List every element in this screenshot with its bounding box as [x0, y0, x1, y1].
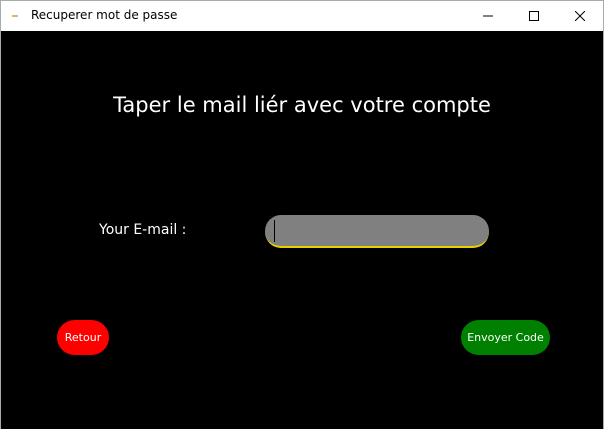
- back-button[interactable]: Retour: [57, 320, 109, 355]
- title-bar[interactable]: Recuperer mot de passe: [1, 1, 603, 31]
- app-window: Recuperer mot de passe Taper le mail lié…: [0, 0, 604, 429]
- minimize-icon: [483, 15, 493, 17]
- send-code-button[interactable]: Envoyer Code: [461, 320, 550, 355]
- maximize-button[interactable]: [511, 1, 557, 31]
- email-field[interactable]: [265, 215, 489, 248]
- minimize-button[interactable]: [465, 1, 511, 31]
- form-panel: Taper le mail liér avec votre compte You…: [1, 31, 603, 429]
- window-title: Recuperer mot de passe: [31, 8, 178, 22]
- close-icon: [575, 11, 585, 21]
- email-label: Your E-mail :: [99, 222, 187, 238]
- page-title: Taper le mail liér avec votre compte: [113, 93, 491, 117]
- close-button[interactable]: [557, 1, 603, 31]
- app-icon: [12, 15, 18, 17]
- maximize-icon: [529, 11, 539, 21]
- text-caret: [274, 220, 275, 242]
